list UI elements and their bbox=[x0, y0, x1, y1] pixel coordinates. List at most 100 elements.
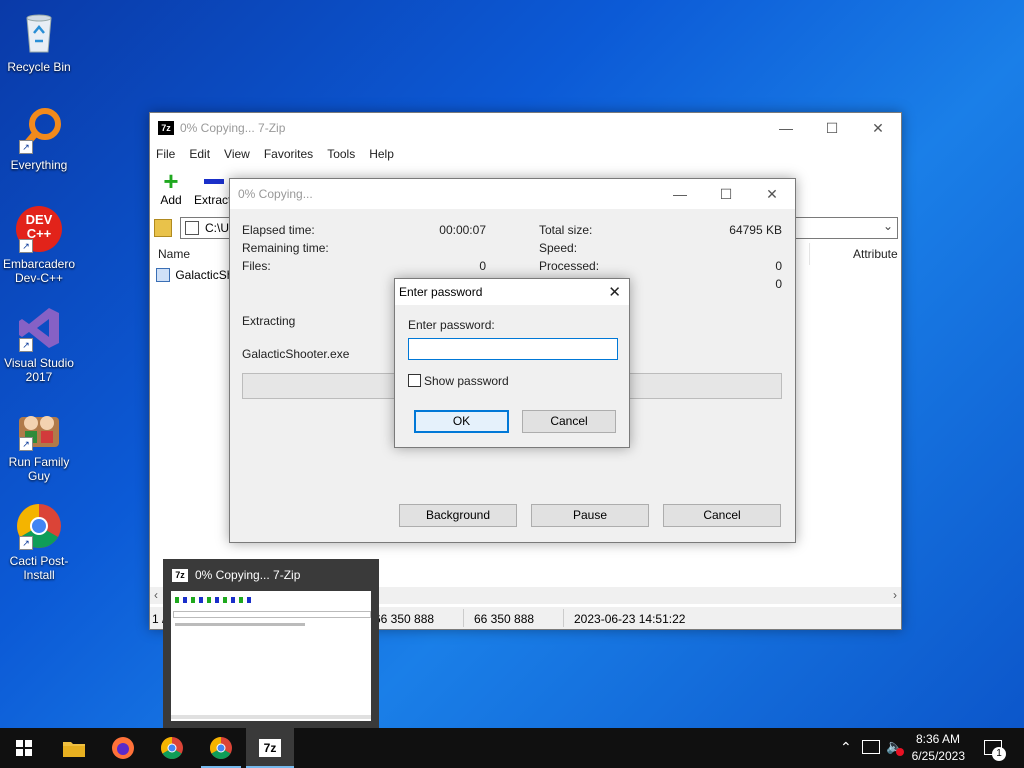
cancel-button[interactable]: Cancel bbox=[663, 504, 781, 527]
files-value: 0 bbox=[479, 259, 486, 273]
desktop-icon-label: Cacti Post-Install bbox=[9, 554, 69, 582]
taskbar-file-explorer[interactable] bbox=[50, 728, 98, 768]
chrome-icon: ↗ bbox=[15, 502, 63, 550]
thumbnail-title: 0% Copying... 7-Zip bbox=[195, 568, 301, 582]
show-hidden-icons-chevron-icon[interactable]: ⌃ bbox=[840, 739, 852, 756]
menu-file[interactable]: File bbox=[156, 147, 175, 161]
toolbar-add-label: Add bbox=[160, 193, 182, 207]
show-password-checkbox[interactable] bbox=[408, 374, 421, 387]
minimize-button[interactable]: — bbox=[657, 179, 703, 209]
network-icon[interactable] bbox=[862, 740, 880, 754]
processed-label: Processed: bbox=[539, 259, 600, 273]
close-button[interactable]: ✕ bbox=[855, 113, 901, 143]
taskbar-7zip[interactable]: 7z bbox=[246, 728, 294, 768]
status-size: 66 350 888 bbox=[374, 612, 435, 626]
folder-icon bbox=[63, 742, 85, 757]
close-button[interactable]: ✕ bbox=[749, 179, 795, 209]
taskbar-thumbnail-preview[interactable]: 7z 0% Copying... 7-Zip bbox=[163, 559, 379, 728]
desktop-icon-label: Recycle Bin bbox=[7, 60, 71, 74]
status-date: 2023-06-23 14:51:22 bbox=[574, 612, 686, 626]
processed-value: 0 bbox=[775, 259, 782, 273]
desktop-icon-devcpp[interactable]: DEV C++ ↗ Embarcadero Dev-C++ bbox=[1, 205, 77, 285]
total-size-label: Total size: bbox=[539, 223, 593, 237]
column-divider bbox=[809, 243, 810, 265]
maximize-button[interactable]: ☐ bbox=[703, 179, 749, 209]
background-button[interactable]: Background bbox=[399, 504, 517, 527]
minimize-button[interactable]: — bbox=[763, 113, 809, 143]
desktop-icon-label: Everything bbox=[10, 158, 68, 172]
password-input[interactable] bbox=[408, 338, 618, 360]
packed-value: 0 bbox=[775, 277, 782, 291]
menu-tools[interactable]: Tools bbox=[327, 147, 355, 161]
up-folder-icon[interactable] bbox=[154, 219, 172, 237]
taskbar-chrome-1[interactable] bbox=[148, 728, 196, 768]
pause-button[interactable]: Pause bbox=[531, 504, 649, 527]
ok-button[interactable]: OK bbox=[414, 410, 509, 433]
status-packed-size: 66 350 888 bbox=[474, 612, 535, 626]
elapsed-time-label: Elapsed time: bbox=[242, 223, 315, 237]
taskbar: 7z ⌃ 🔈 8:36 AM 6/25/2023 1 bbox=[0, 728, 1024, 768]
desktop-icon-recycle-bin[interactable]: Recycle Bin bbox=[1, 8, 77, 74]
shortcut-arrow-icon: ↗ bbox=[19, 536, 33, 550]
total-size-value: 64795 KB bbox=[729, 223, 782, 237]
progress-dialog-title: 0% Copying... bbox=[238, 187, 313, 201]
column-header-attributes[interactable]: Attribute bbox=[853, 247, 898, 261]
desktop-icon-cacti[interactable]: ↗ Cacti Post-Install bbox=[1, 502, 77, 582]
enter-password-dialog: Enter password ✕ Enter password: Show pa… bbox=[394, 278, 630, 448]
thumbnail-address bbox=[173, 611, 371, 618]
visual-studio-icon: ↗ bbox=[15, 304, 63, 352]
list-item[interactable]: GalacticSho bbox=[156, 267, 240, 282]
windows-logo-icon bbox=[16, 740, 32, 756]
chrome-icon bbox=[210, 737, 232, 759]
chrome-icon bbox=[161, 737, 183, 759]
taskbar-clock-date[interactable]: 6/25/2023 bbox=[900, 749, 965, 763]
menu-favorites[interactable]: Favorites bbox=[264, 147, 313, 161]
desktop-icon-label: Embarcadero Dev-C++ bbox=[2, 257, 76, 285]
speed-label: Speed: bbox=[539, 241, 578, 255]
desktop-icon-everything[interactable]: ↗ Everything bbox=[1, 106, 77, 172]
taskbar-firefox[interactable] bbox=[99, 728, 147, 768]
shortcut-arrow-icon: ↗ bbox=[19, 338, 33, 352]
close-button[interactable]: ✕ bbox=[608, 283, 621, 301]
firefox-icon bbox=[112, 737, 134, 759]
main-menubar: File Edit View Favorites Tools Help bbox=[150, 143, 901, 165]
family-guy-icon: ↗ bbox=[15, 403, 63, 451]
shortcut-arrow-icon: ↗ bbox=[19, 140, 33, 154]
current-file-name: GalacticShooter.exe bbox=[242, 347, 350, 361]
desktop-icon-visual-studio[interactable]: ↗ Visual Studio 2017 bbox=[1, 304, 77, 384]
thumbnail-window-preview bbox=[171, 591, 371, 721]
column-header-name[interactable]: Name bbox=[158, 247, 190, 261]
shortcut-arrow-icon: ↗ bbox=[19, 437, 33, 451]
progress-dialog-titlebar: 0% Copying... — ☐ ✕ bbox=[230, 179, 795, 209]
thumbnail-row bbox=[175, 623, 305, 626]
start-button[interactable] bbox=[0, 728, 48, 768]
thumbnail-7zip-icon: 7z bbox=[172, 569, 188, 582]
show-password-label[interactable]: Show password bbox=[424, 374, 509, 388]
notification-count-badge: 1 bbox=[992, 747, 1006, 761]
maximize-button[interactable]: ☐ bbox=[809, 113, 855, 143]
toolbar-add-button[interactable]: + Add bbox=[156, 168, 186, 207]
scroll-left-icon[interactable]: ‹ bbox=[154, 588, 158, 602]
menu-view[interactable]: View bbox=[224, 147, 250, 161]
menu-help[interactable]: Help bbox=[369, 147, 394, 161]
desktop-icon-family-guy[interactable]: ↗ Run Family Guy bbox=[1, 403, 77, 483]
taskbar-chrome-2[interactable] bbox=[197, 728, 245, 768]
recycle-bin-icon bbox=[15, 8, 63, 56]
status-divider bbox=[463, 609, 464, 627]
password-dialog-title: Enter password bbox=[399, 285, 483, 299]
drive-icon bbox=[185, 221, 199, 235]
7zip-taskbar-icon: 7z bbox=[259, 739, 281, 757]
devcpp-icon: DEV C++ ↗ bbox=[15, 205, 63, 253]
file-exe-icon bbox=[156, 267, 170, 282]
menu-edit[interactable]: Edit bbox=[189, 147, 210, 161]
toolbar-extract-button[interactable]: Extract bbox=[194, 169, 234, 207]
password-cancel-button[interactable]: Cancel bbox=[522, 410, 616, 433]
files-label: Files: bbox=[242, 259, 271, 273]
taskbar-clock-time[interactable]: 8:36 AM bbox=[900, 732, 960, 746]
main-window-titlebar: 7z 0% Copying... 7-Zip — ☐ ✕ bbox=[150, 113, 901, 143]
address-dropdown-icon[interactable]: ⌄ bbox=[883, 219, 893, 233]
password-prompt-label: Enter password: bbox=[408, 318, 495, 332]
address-text: C:\U bbox=[205, 221, 229, 235]
scroll-right-icon[interactable]: › bbox=[893, 588, 897, 602]
toolbar-extract-label: Extract bbox=[194, 193, 232, 207]
